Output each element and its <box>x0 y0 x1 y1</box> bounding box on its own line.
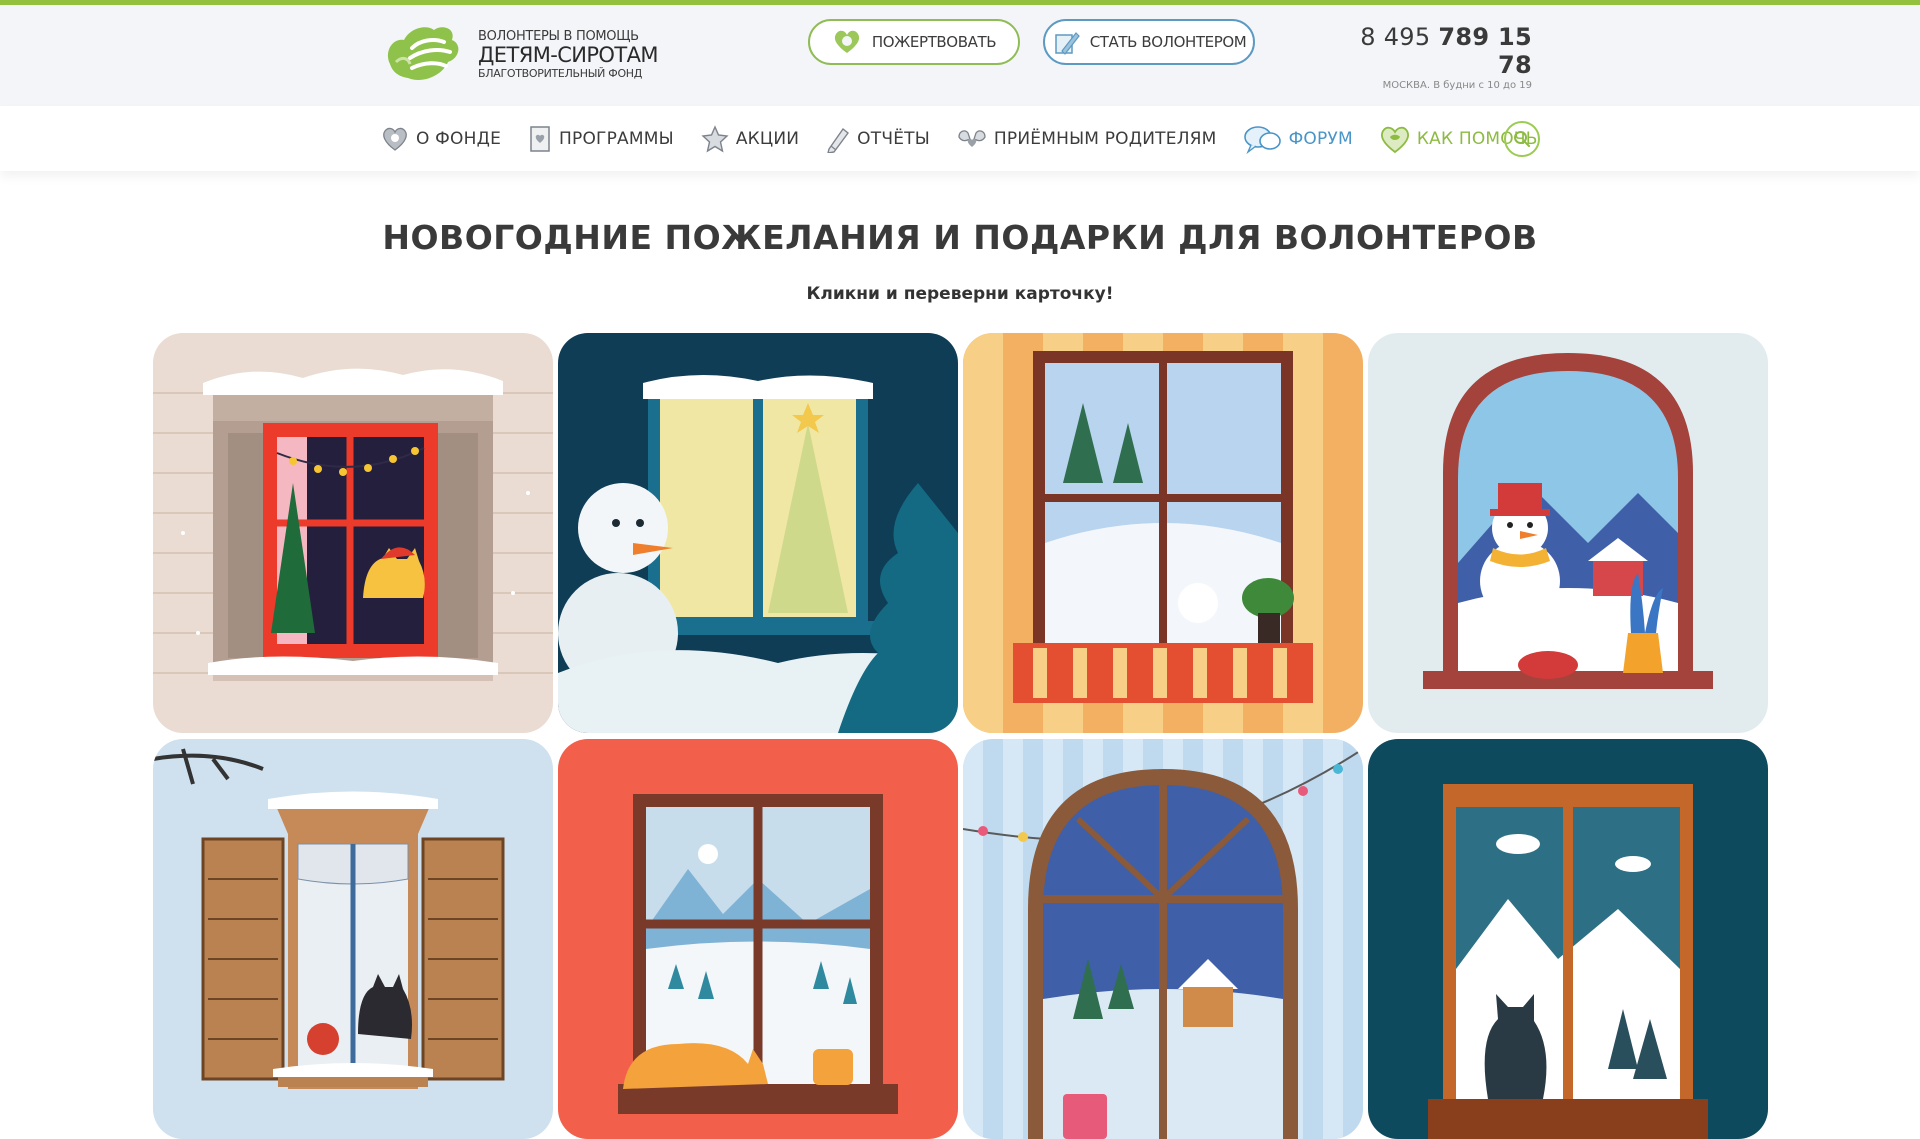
page-title: НОВОГОДНИЕ ПОЖЕЛАНИЯ И ПОДАРКИ ДЛЯ ВОЛОН… <box>382 218 1538 257</box>
search-icon <box>1514 131 1530 147</box>
logo-line-2: ДЕТЯМ-СИРОТАМ <box>478 42 658 67</box>
nav-item-label: О ФОНДЕ <box>416 128 502 149</box>
nav-item-promotions[interactable]: АКЦИИ <box>700 124 800 153</box>
nav-item-label: ПРИЁМНЫМ РОДИТЕЛЯМ <box>993 128 1217 149</box>
window-card-striped-curtains[interactable] <box>963 333 1363 733</box>
become-volunteer-button[interactable]: СТАТЬ ВОЛОНТЕРОМ <box>1043 19 1255 65</box>
window-illustration <box>558 739 958 1139</box>
nav-item-reports[interactable]: ОТЧЁТЫ <box>825 125 930 153</box>
window-illustration <box>963 739 1363 1139</box>
nav-item-label: АКЦИИ <box>735 128 800 149</box>
pencil-icon <box>1054 32 1080 55</box>
logo-text: ВОЛОНТЕРЫ В ПОМОЩЬ ДЕТЯМ-СИРОТАМ БЛАГОТВ… <box>478 30 658 79</box>
logo-line-1: ВОЛОНТЕРЫ В ПОМОЩЬ <box>478 28 639 44</box>
card-grid <box>153 333 1768 1139</box>
window-card-sleeping-cat[interactable] <box>558 739 958 1139</box>
phone-block: 8 495 789 15 78 МОСКВА. В будни с 10 до … <box>1357 23 1532 91</box>
window-card-arch-garland[interactable] <box>963 739 1363 1139</box>
nav-item-about[interactable]: О ФОНДЕ <box>380 125 501 153</box>
donate-label: ПОЖЕРТВОВАТЬ <box>871 33 997 51</box>
nav-items: О ФОНДЕ ПРОГРАММЫ АКЦИИ ОТЧЁТЫ ПРИЁМНЫМ … <box>380 106 1564 171</box>
hands-logo-icon <box>387 27 459 81</box>
window-card-cat-on-sill[interactable] <box>1368 739 1768 1139</box>
nav-item-label: ОТЧЁТЫ <box>857 128 930 149</box>
nav-item-foster-parents[interactable]: ПРИЁМНЫМ РОДИТЕЛЯМ <box>956 125 1217 153</box>
logo[interactable]: ВОЛОНТЕРЫ В ПОМОЩЬ ДЕТЯМ-СИРОТАМ БЛАГОТВ… <box>382 18 658 90</box>
window-illustration <box>153 739 553 1139</box>
chat-bubbles-icon <box>1243 125 1281 154</box>
window-illustration <box>963 333 1363 733</box>
main-nav: О ФОНДЕ ПРОГРАММЫ АКЦИИ ОТЧЁТЫ ПРИЁМНЫМ … <box>0 106 1920 171</box>
document-icon <box>530 125 550 152</box>
nav-item-forum[interactable]: ФОРУМ <box>1243 124 1353 154</box>
window-illustration <box>1368 333 1768 733</box>
nav-item-programs[interactable]: ПРОГРАММЫ <box>527 125 674 153</box>
heart-coin-icon <box>834 30 859 53</box>
hands-icon <box>958 129 986 147</box>
site-header: ВОЛОНТЕРЫ В ПОМОЩЬ ДЕТЯМ-СИРОТАМ БЛАГОТВ… <box>0 5 1920 106</box>
logo-line-3: БЛАГОТВОРИТЕЛЬНЫЙ ФОНД <box>478 66 643 80</box>
window-card-shutters-cat[interactable] <box>153 739 553 1139</box>
search-button[interactable] <box>1504 121 1540 157</box>
window-card-arch-snowman[interactable] <box>1368 333 1768 733</box>
heart-icon <box>1380 126 1409 153</box>
nav-item-label: ФОРУМ <box>1288 128 1353 149</box>
donate-button[interactable]: ПОЖЕРТВОВАТЬ <box>808 19 1020 65</box>
window-illustration <box>153 333 553 733</box>
volunteer-label: СТАТЬ ВОЛОНТЕРОМ <box>1089 33 1247 51</box>
window-illustration <box>558 333 958 733</box>
nav-item-label: ПРОГРАММЫ <box>559 128 674 149</box>
pencil-icon <box>827 127 850 153</box>
window-card-cat-red-window[interactable] <box>153 333 553 733</box>
phone-number[interactable]: 8 495 789 15 78 <box>1357 23 1532 79</box>
window-illustration <box>1368 739 1768 1139</box>
page-subtitle: Кликни и переверни карточку! <box>806 284 1114 304</box>
heart-badge-icon <box>383 127 407 151</box>
phone-hours: МОСКВА. В будни с 10 до 19 <box>1382 80 1532 91</box>
star-icon <box>701 124 729 152</box>
window-card-snowman-night[interactable] <box>558 333 958 733</box>
